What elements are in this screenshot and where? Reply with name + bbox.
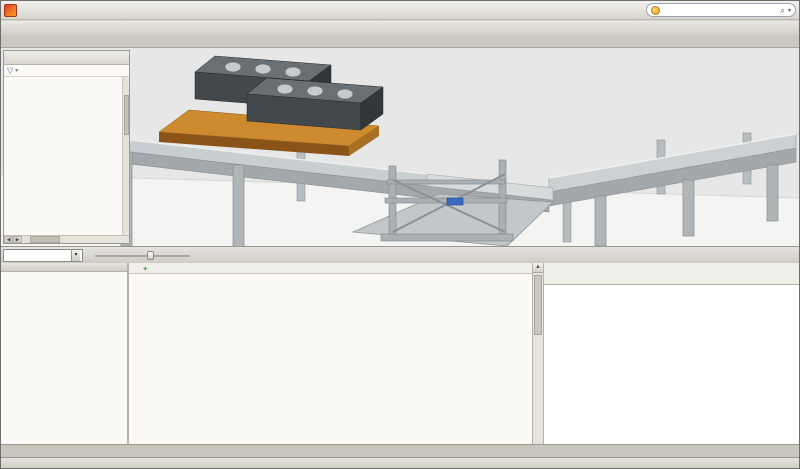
motion-filter-row: [1, 263, 127, 272]
add-icon: +: [143, 264, 147, 273]
solidworks-window: ⌕ ▾: [0, 0, 800, 469]
filter-funnel-icon[interactable]: ▽: [7, 66, 13, 75]
filter-dropdown-icon[interactable]: ▾: [15, 67, 18, 74]
gantt-chart[interactable]: [544, 263, 789, 444]
motion-study-toolbar: ▾: [1, 246, 800, 263]
motion-tree: [1, 272, 127, 444]
motion-tree-panel: [1, 263, 129, 444]
status-bar: [1, 457, 800, 469]
gantt-timeline: [544, 263, 800, 444]
featuremanager-filter[interactable]: ▽ ▾: [4, 65, 129, 77]
search-dropdown-icon[interactable]: ▾: [788, 7, 791, 14]
document-tabs-row: [1, 444, 800, 457]
feature-tree: [4, 77, 129, 235]
table-vertical-scrollbar[interactable]: ▲: [532, 263, 544, 444]
title-bar: ⌕ ▾: [1, 1, 800, 20]
study-type-select[interactable]: ▾: [3, 249, 83, 262]
lift-actuator: [447, 198, 463, 205]
featuremanager-tab-bar: [4, 51, 129, 65]
feature-tree-scrollbar[interactable]: [122, 77, 129, 235]
search-box[interactable]: ⌕ ▾: [646, 3, 796, 17]
assembly-toolbar: [1, 21, 800, 35]
feature-tree-hscrollbar[interactable]: ◀▶: [4, 235, 129, 243]
slider-thumb[interactable]: [147, 251, 154, 260]
graphics-area[interactable]: ▽ ▾ ◀▶: [1, 48, 800, 246]
study-type-dropdown-icon[interactable]: ▾: [71, 250, 80, 261]
motion-study-panel: + ▲: [1, 263, 800, 444]
task-table: +: [129, 263, 532, 444]
add-task-row[interactable]: +: [129, 263, 532, 274]
commandmanager-tabs: [1, 35, 800, 48]
scroll-up-icon[interactable]: ▲: [533, 263, 543, 273]
search-icon[interactable]: ⌕: [780, 5, 785, 16]
solidworks-logo: [4, 4, 20, 17]
timeline-slider[interactable]: [95, 251, 190, 260]
solidworks-logo-icon: [4, 4, 17, 17]
featuremanager-panel: ▽ ▾ ◀▶: [3, 50, 130, 244]
help-hint-icon: [651, 6, 660, 15]
